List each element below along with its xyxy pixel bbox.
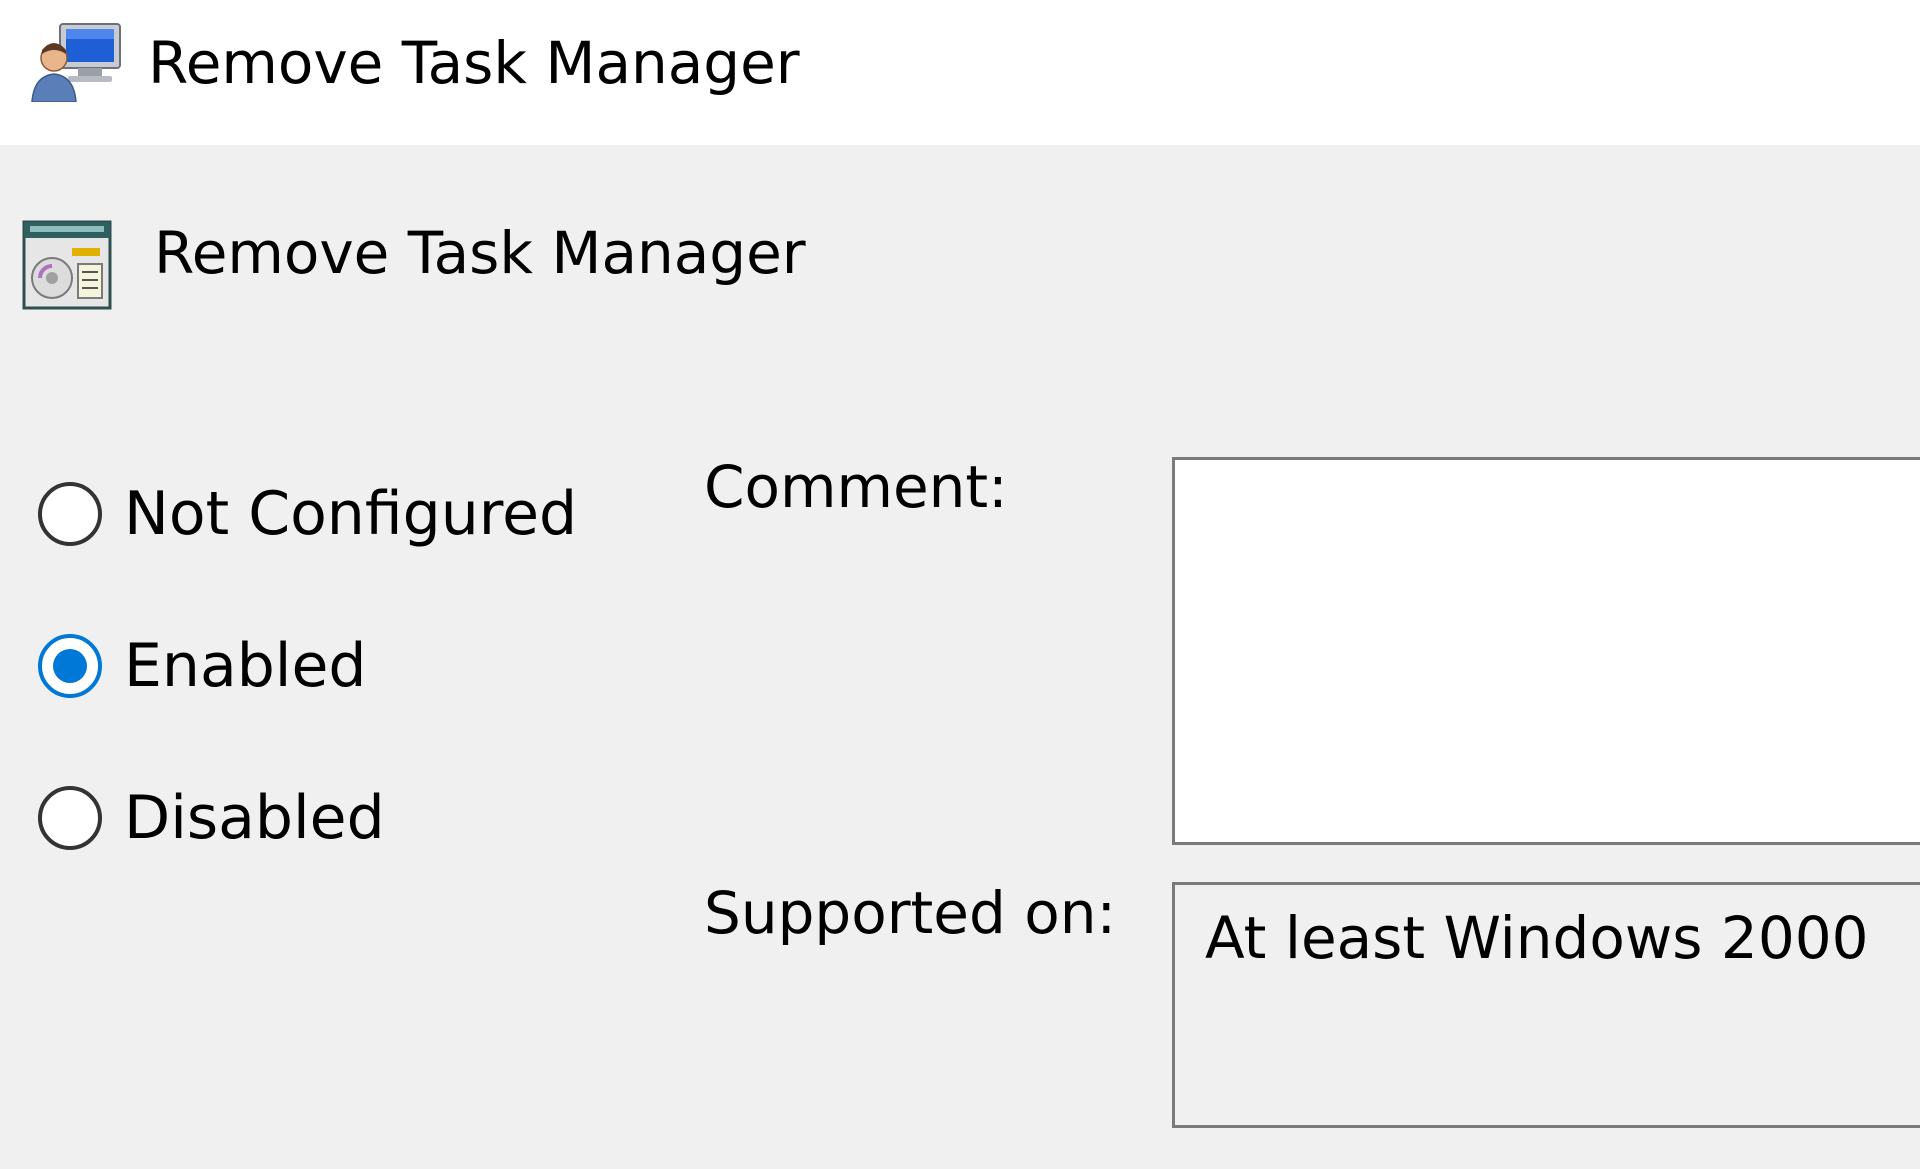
radio-disabled[interactable]: Disabled xyxy=(38,780,385,856)
radio-button-not-configured[interactable] xyxy=(38,482,102,546)
comment-field[interactable] xyxy=(1172,457,1920,845)
group-policy-user-icon xyxy=(31,23,121,102)
radio-label-enabled: Enabled xyxy=(124,631,367,701)
supported-on-field[interactable]: At least Windows 2000 xyxy=(1172,882,1920,1128)
radio-button-disabled[interactable] xyxy=(38,786,102,850)
supported-on-label: Supported on: xyxy=(704,879,1117,947)
policy-setting-icon xyxy=(22,220,112,310)
radio-enabled[interactable]: Enabled xyxy=(38,628,366,704)
policy-title: Remove Task Manager xyxy=(154,219,806,287)
window-title: Remove Task Manager xyxy=(148,29,800,97)
radio-label-not-configured: Not Configured xyxy=(124,479,578,549)
radio-button-enabled[interactable] xyxy=(38,634,102,698)
title-bar: Remove Task Manager xyxy=(0,0,1920,145)
supported-on-value: At least Windows 2000 xyxy=(1205,904,1869,972)
radio-label-disabled: Disabled xyxy=(124,783,385,853)
radio-not-configured[interactable]: Not Configured xyxy=(38,476,577,552)
comment-label: Comment: xyxy=(704,453,1008,521)
